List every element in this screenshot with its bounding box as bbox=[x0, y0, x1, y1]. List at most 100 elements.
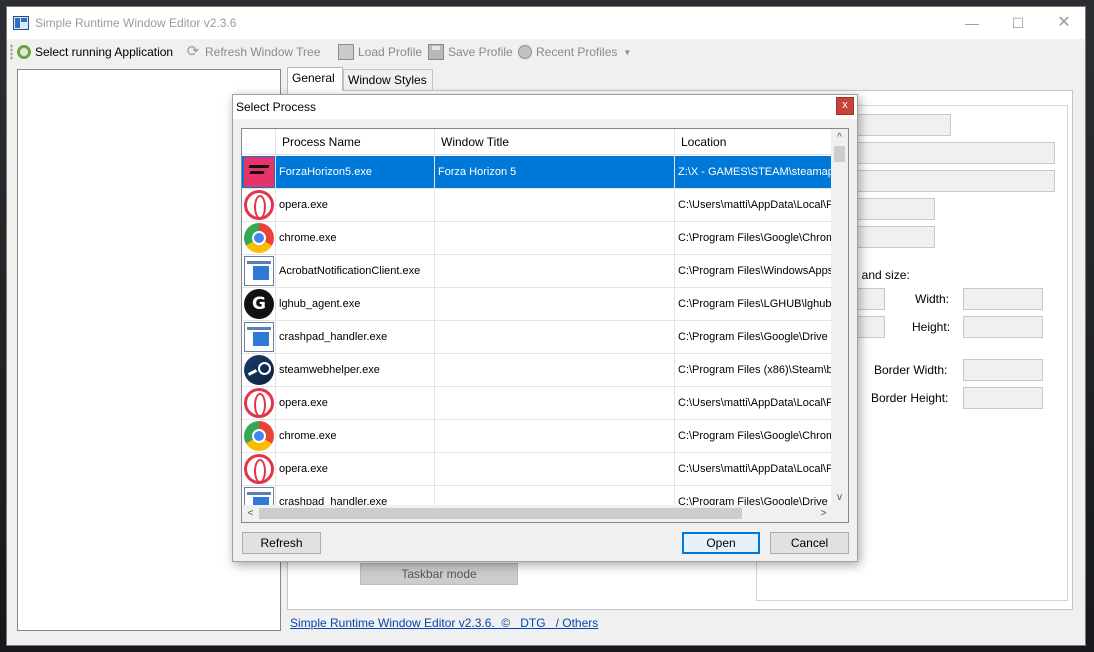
process-row[interactable]: steamwebhelper.exe C:\Program Files (x86)… bbox=[242, 354, 832, 387]
footer-link[interactable]: Simple Runtime Window Editor v2.3.6. © D… bbox=[290, 616, 598, 630]
open-button[interactable]: Open bbox=[682, 532, 760, 554]
save-profile-button[interactable]: Save Profile bbox=[428, 43, 513, 61]
column-header-location[interactable]: Location bbox=[675, 129, 832, 155]
process-name-cell: crashpad_handler.exe bbox=[276, 486, 435, 506]
process-name-cell: opera.exe bbox=[276, 189, 435, 221]
handle-field[interactable] bbox=[851, 170, 1055, 192]
class-field[interactable] bbox=[851, 114, 951, 136]
column-header-window-title[interactable]: Window Title bbox=[435, 129, 675, 155]
process-row[interactable]: crashpad_handler.exe C:\Program Files\Goo… bbox=[242, 321, 832, 354]
vertical-scroll-thumb[interactable] bbox=[834, 146, 845, 162]
dropdown-arrow-icon: ▼ bbox=[623, 47, 632, 57]
pid-field[interactable] bbox=[851, 198, 935, 220]
border-height-field[interactable] bbox=[963, 387, 1043, 409]
scroll-right-icon[interactable]: > bbox=[815, 505, 832, 522]
save-profile-label: Save Profile bbox=[448, 45, 513, 59]
width-label: Width: bbox=[915, 292, 950, 306]
process-row[interactable]: opera.exe C:\Users\matti\AppData\Local\Pr… bbox=[242, 387, 832, 420]
location-cell: C:\Users\matti\AppData\Local\Programs bbox=[678, 463, 832, 475]
window-title-cell bbox=[435, 486, 675, 506]
column-header-icon[interactable] bbox=[242, 129, 276, 155]
process-row[interactable]: opera.exe C:\Users\matti\AppData\Local\Pr… bbox=[242, 453, 832, 486]
opera-icon bbox=[244, 454, 274, 484]
process-icon-cell bbox=[242, 255, 276, 287]
horizontal-scrollbar[interactable]: < > bbox=[242, 505, 832, 522]
load-profile-button[interactable]: Load Profile bbox=[338, 43, 422, 61]
location-cell: C:\Program Files\Google\Chrome bbox=[678, 232, 832, 244]
close-button[interactable]: ✕ bbox=[1041, 7, 1087, 39]
border-height-label: Border Height: bbox=[871, 391, 949, 405]
steam-icon bbox=[244, 355, 274, 385]
logitech-g-icon bbox=[244, 289, 274, 319]
title-field[interactable] bbox=[851, 142, 1055, 164]
generic-app-icon bbox=[244, 256, 274, 286]
tab-window-styles[interactable]: Window Styles bbox=[343, 69, 433, 91]
opera-icon bbox=[244, 190, 274, 220]
process-icon-cell bbox=[242, 189, 276, 221]
recent-profiles-button[interactable]: Recent Profiles ▼ bbox=[518, 43, 631, 61]
process-icon-cell bbox=[242, 156, 276, 188]
folder-icon bbox=[338, 44, 354, 60]
location-cell: C:\Program Files\Google\Chrome bbox=[678, 430, 832, 442]
width-field[interactable] bbox=[963, 288, 1043, 310]
process-row[interactable]: chrome.exe C:\Program Files\Google\Chrome bbox=[242, 420, 832, 453]
height-field[interactable] bbox=[963, 316, 1043, 338]
scroll-up-icon[interactable]: ^ bbox=[831, 129, 848, 146]
select-application-button[interactable]: Select running Application bbox=[17, 43, 173, 61]
column-header-process-name[interactable]: Process Name bbox=[276, 129, 435, 155]
maximize-button[interactable]: ☐ bbox=[995, 7, 1041, 39]
process-icon-cell bbox=[242, 453, 276, 485]
height-label: Height: bbox=[912, 320, 951, 334]
window-title-cell bbox=[435, 321, 675, 353]
location-cell: C:\Program Files (x86)\Steam\bin bbox=[678, 364, 832, 376]
app-icon bbox=[13, 16, 29, 30]
border-width-field[interactable] bbox=[963, 359, 1043, 381]
dialog-title: Select Process bbox=[236, 100, 317, 114]
process-icon-cell bbox=[242, 354, 276, 386]
horizontal-scroll-thumb[interactable] bbox=[259, 508, 742, 519]
recent-profiles-label: Recent Profiles bbox=[536, 45, 618, 59]
select-process-dialog: Select Process x Process Name Window Tit… bbox=[232, 94, 858, 562]
gear-app-icon bbox=[17, 45, 31, 59]
generic-app-icon bbox=[244, 487, 274, 506]
process-icon-cell bbox=[242, 387, 276, 419]
process-name-cell: opera.exe bbox=[276, 453, 435, 485]
scroll-down-icon[interactable]: v bbox=[831, 489, 848, 506]
toolbar-grip[interactable] bbox=[10, 44, 13, 60]
dialog-title-bar: Select Process x bbox=[233, 95, 857, 119]
scroll-left-icon[interactable]: < bbox=[242, 505, 259, 522]
process-row[interactable]: opera.exe C:\Users\matti\AppData\Local\Pr… bbox=[242, 189, 832, 222]
location-cell: C:\Users\matti\AppData\Local\Programs bbox=[678, 397, 832, 409]
process-icon-cell bbox=[242, 288, 276, 320]
location-cell: C:\Users\matti\AppData\Local\Programs bbox=[678, 199, 832, 211]
save-icon bbox=[428, 44, 444, 60]
process-name-cell: opera.exe bbox=[276, 387, 435, 419]
thread-field[interactable] bbox=[851, 226, 935, 248]
cancel-button[interactable]: Cancel bbox=[770, 532, 849, 554]
dialog-close-button[interactable]: x bbox=[836, 97, 854, 115]
location-cell: C:\Program Files\LGHUB\lghub_ bbox=[678, 298, 832, 310]
minimize-button[interactable]: — bbox=[949, 7, 995, 39]
process-icon-cell bbox=[242, 420, 276, 452]
vertical-scrollbar[interactable]: ^ v bbox=[831, 129, 848, 506]
process-list[interactable]: Process Name Window Title Location Forza… bbox=[241, 128, 849, 523]
tab-general[interactable]: General bbox=[287, 67, 343, 91]
process-name-cell: ForzaHorizon5.exe bbox=[276, 156, 435, 188]
process-row[interactable]: chrome.exe C:\Program Files\Google\Chrome bbox=[242, 222, 832, 255]
window-title-cell: Forza Horizon 5 bbox=[435, 156, 675, 188]
window-title-cell bbox=[435, 420, 675, 452]
window-title-cell bbox=[435, 387, 675, 419]
load-profile-label: Load Profile bbox=[358, 45, 423, 59]
process-row[interactable]: ForzaHorizon5.exe Forza Horizon 5 Z:\X - G… bbox=[242, 156, 832, 189]
refresh-button[interactable]: Refresh bbox=[242, 532, 321, 554]
refresh-window-tree-button[interactable]: ⟳ Refresh Window Tree bbox=[185, 43, 321, 61]
process-list-header: Process Name Window Title Location bbox=[242, 129, 832, 155]
taskbar-mode-button[interactable]: Taskbar mode bbox=[360, 563, 518, 585]
process-row[interactable]: AcrobatNotificationClient.exe C:\Program … bbox=[242, 255, 832, 288]
window-title-cell bbox=[435, 255, 675, 287]
process-name-cell: chrome.exe bbox=[276, 222, 435, 254]
process-row[interactable]: lghub_agent.exe C:\Program Files\LGHUB\lg… bbox=[242, 288, 832, 321]
process-row[interactable]: crashpad_handler.exe C:\Program Files\Goo… bbox=[242, 486, 832, 506]
window-title-cell bbox=[435, 288, 675, 320]
generic-app-icon bbox=[244, 322, 274, 352]
